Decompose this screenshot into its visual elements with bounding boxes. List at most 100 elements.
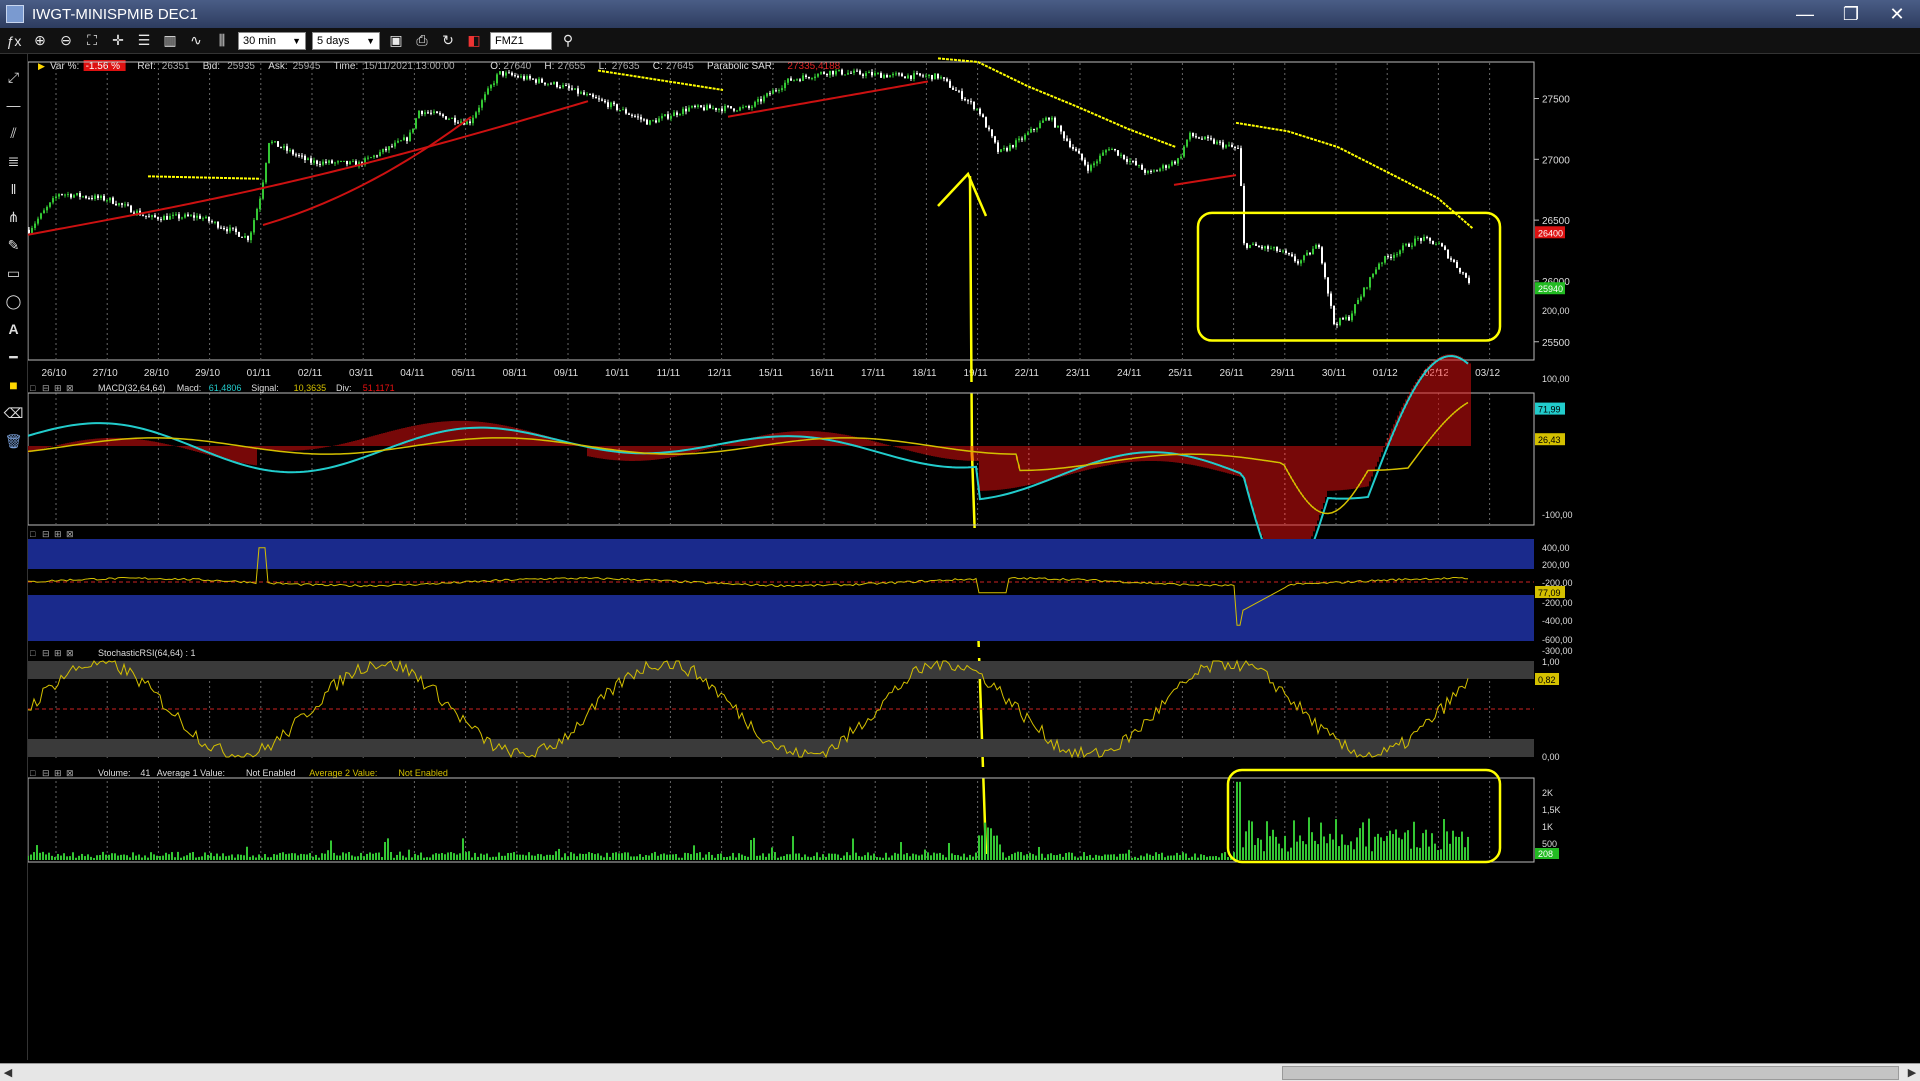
trendline-icon[interactable]: ⤢ (4, 68, 24, 86)
scroll-right-icon[interactable]: ▶ (1904, 1064, 1920, 1081)
fx-icon[interactable]: ƒx (4, 31, 24, 51)
date-label-21: 24/11 (1117, 368, 1142, 379)
chart-area[interactable]: ▶ Var %: -1.56 % Ref: 26351 Bid: 25935 Ask: 2594… (28, 54, 1920, 1062)
candle-body (829, 70, 831, 76)
color-icon[interactable]: ◧ (464, 31, 484, 51)
macd-control-icon: □ (30, 383, 36, 393)
candle-body (1177, 158, 1179, 164)
list-icon[interactable]: ☰ (134, 31, 154, 51)
scrollbar-thumb[interactable] (1282, 1066, 1899, 1080)
candle-body (412, 128, 414, 133)
candle-body (373, 155, 375, 158)
candle-body (1060, 125, 1062, 132)
search-icon[interactable]: ⚲ (558, 31, 578, 51)
candle-body (1468, 277, 1470, 284)
print-icon[interactable]: ⎙ (412, 31, 432, 51)
fibonacci-icon[interactable]: ≣ (4, 152, 24, 170)
range-select[interactable]: 5 days ▼ (312, 31, 380, 50)
candle-body (631, 114, 633, 116)
candle-body (418, 110, 420, 119)
date-label-1: 27/10 (93, 368, 118, 379)
pitchfork-icon[interactable]: ⋔ (4, 208, 24, 226)
candle-body (232, 227, 234, 229)
color-swatch-icon[interactable]: ■ (4, 376, 24, 394)
symbol-input[interactable]: FMZ1 (490, 31, 552, 50)
horizontal-scrollbar[interactable]: ◀ ▶ (0, 1063, 1920, 1081)
candle-body (1357, 299, 1359, 305)
candle-body (862, 74, 864, 76)
crosshair-icon[interactable]: ✛ (108, 31, 128, 51)
horizontal-line-icon[interactable]: — (4, 96, 24, 114)
candle-body (184, 214, 186, 218)
maximize-button[interactable]: ❐ (1828, 0, 1874, 28)
candle-body (526, 75, 528, 80)
timeframe-select[interactable]: 30 min ▼ (238, 31, 306, 50)
candle-body (1138, 165, 1140, 167)
candle-icon[interactable]: ⫼ (212, 31, 232, 51)
line-width-icon[interactable]: ━ (4, 348, 24, 366)
candle-body (490, 84, 492, 89)
candle-body (949, 81, 951, 88)
candle-body (553, 82, 555, 85)
signal-value: 10,3635 (294, 383, 327, 393)
candle-body (1291, 254, 1293, 257)
zoom-out-icon[interactable]: ⊖ (56, 31, 76, 51)
candle-body (1105, 150, 1107, 153)
candle-body (928, 74, 930, 76)
candle-body (583, 92, 585, 95)
refresh-icon[interactable]: ↻ (438, 31, 458, 51)
save-icon[interactable]: ▣ (386, 31, 406, 51)
osc-badge-value: 77,09 (1538, 588, 1561, 598)
candle-body (721, 108, 723, 112)
stoch-tick-label: 0,00 (1542, 752, 1560, 762)
candle-body (760, 99, 762, 102)
candle-body (301, 155, 303, 157)
candle-body (1171, 161, 1173, 166)
candle-body (625, 109, 627, 114)
candle-body (646, 119, 648, 125)
candle-body (1438, 243, 1440, 245)
text-icon[interactable]: A (4, 320, 24, 338)
volume-tick-label: 500 (1542, 839, 1557, 849)
channel-icon[interactable]: ⫽ (4, 124, 24, 142)
candle-body (520, 76, 522, 78)
scroll-left-icon[interactable]: ◀ (0, 1064, 16, 1081)
stoch-oversold-band (28, 739, 1534, 757)
ask-value: 25945 (293, 61, 321, 72)
candle-body (1240, 148, 1242, 186)
pen-icon[interactable]: ✎ (4, 236, 24, 254)
candle-body (838, 69, 840, 72)
candle-body (67, 194, 69, 196)
candle-body (1333, 305, 1335, 325)
close-button[interactable]: ✕ (1874, 0, 1920, 28)
candle-body (1036, 128, 1038, 130)
candle-body (1030, 129, 1032, 133)
candle-body (679, 114, 681, 116)
candle-body (424, 112, 426, 115)
zoom-in-icon[interactable]: ⊕ (30, 31, 50, 51)
candle-body (1420, 238, 1422, 241)
eraser-icon[interactable]: ⌫ (4, 404, 24, 422)
candle-body (799, 79, 801, 81)
candle-body (592, 94, 594, 97)
osc-tick-label: -200,00 (1542, 598, 1573, 608)
candle-body (1417, 238, 1419, 240)
candle-body (1246, 243, 1248, 248)
candle-body (331, 160, 333, 164)
line-chart-icon[interactable]: ∿ (186, 31, 206, 51)
candle-body (703, 107, 705, 111)
signal-label: Signal: (251, 383, 279, 393)
minimize-button[interactable]: — (1782, 0, 1828, 28)
macd-value-label: Macd: (177, 383, 202, 393)
candle-body (517, 75, 519, 78)
date-label-0: 26/10 (41, 368, 66, 379)
rectangle-icon[interactable]: ▭ (4, 264, 24, 282)
trash-icon[interactable]: 🗑 (4, 432, 24, 450)
ellipse-icon[interactable]: ◯ (4, 292, 24, 310)
candle-body (1429, 237, 1431, 241)
bar-chart-icon[interactable]: ▥ (160, 31, 180, 51)
zoom-fit-icon[interactable]: ⛶ (82, 31, 102, 51)
candle-body (43, 210, 45, 214)
vertical-lines-icon[interactable]: ‖ (4, 180, 24, 198)
candle-body (37, 218, 39, 224)
